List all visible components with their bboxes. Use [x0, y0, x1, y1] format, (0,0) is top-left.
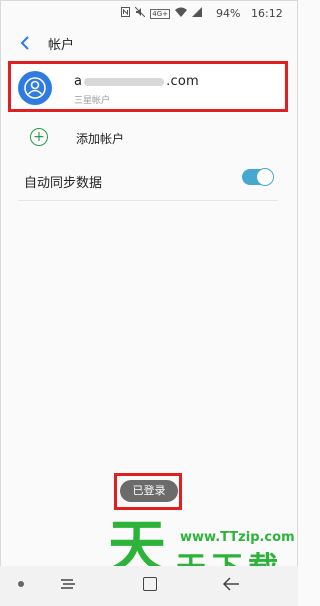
page-title: 帐户: [48, 38, 75, 53]
nav-dot-icon[interactable]: [18, 581, 24, 587]
home-icon[interactable]: [143, 577, 157, 591]
recent-apps-icon[interactable]: [60, 578, 76, 590]
toggle-knob: [256, 168, 274, 186]
divider: [18, 200, 278, 201]
nfc-icon: [121, 7, 131, 21]
network-badge: 4G+: [150, 9, 170, 19]
status-bar: 4G+ 94% 16:12: [0, 0, 298, 26]
account-highlight-frame: [8, 61, 288, 112]
watermark-url: www.TTzip.com: [180, 530, 295, 545]
auto-sync-label: 自动同步数据: [24, 176, 103, 191]
back-arrow-icon[interactable]: [18, 33, 32, 53]
app-header: 帐户: [0, 26, 298, 60]
plus-icon: +: [30, 128, 48, 146]
mute-icon: [134, 6, 146, 21]
status-icons: 4G+: [121, 6, 202, 21]
signal-icon: [192, 7, 202, 21]
nav-back-icon[interactable]: [222, 576, 240, 592]
battery-level: 94%: [216, 7, 241, 20]
clock: 16:12: [251, 7, 283, 20]
add-account-label: 添加帐户: [76, 132, 125, 146]
toast-highlight-frame: [114, 473, 182, 510]
wifi-icon: [175, 7, 187, 21]
